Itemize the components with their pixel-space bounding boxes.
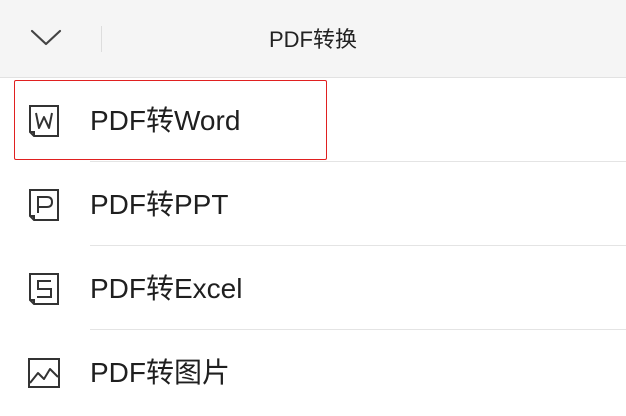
list-item-pdf-to-excel[interactable]: PDF转Excel [0,246,626,330]
collapse-button[interactable] [0,0,100,78]
list-item-label: PDF转Word [90,105,241,136]
list-item-label: PDF转PPT [90,189,229,220]
excel-doc-icon [29,273,59,305]
ppt-doc-icon [29,189,59,221]
list-item-pdf-to-ppt[interactable]: PDF转PPT [0,162,626,246]
chevron-down-icon [30,29,62,46]
conversion-list: PDF转Word PDF转PPT PDF转Excel PDF转图片 [0,78,626,414]
list-item-label: PDF转Excel [90,273,243,304]
word-doc-icon [29,105,59,137]
top-bar: PDF转换 [0,0,626,78]
list-item-label: PDF转图片 [90,357,231,388]
list-item-pdf-to-word[interactable]: PDF转Word [0,78,626,162]
image-icon [28,358,60,388]
header-divider [101,26,102,52]
list-item-pdf-to-image[interactable]: PDF转图片 [0,330,626,414]
